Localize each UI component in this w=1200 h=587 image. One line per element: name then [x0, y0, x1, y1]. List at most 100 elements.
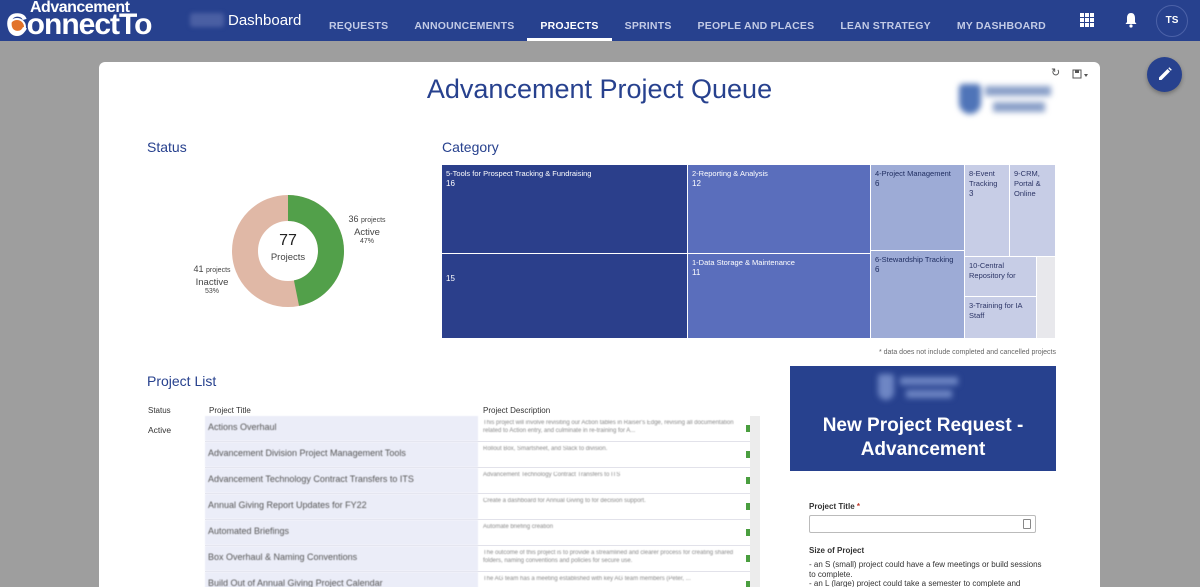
college-logo: [957, 80, 1057, 122]
treemap-tile-stewardship-tracking[interactable]: 6-Stewardship Tracking 6: [871, 251, 965, 339]
request-form-title: New Project Request - Advancement: [822, 415, 1024, 460]
project-title-cell: Actions Overhaul: [205, 416, 478, 441]
treemap-tile-reporting-analysis[interactable]: 2-Reporting & Analysis 12: [688, 165, 871, 254]
autofill-icon[interactable]: [1023, 519, 1031, 529]
tile-count: 16: [446, 179, 455, 188]
tile-label: 8-Event Tracking: [969, 169, 998, 188]
tile-label: 6-Stewardship Tracking: [875, 255, 954, 264]
project-title-label-text: Project Title: [809, 502, 855, 511]
bell-icon[interactable]: [1124, 12, 1138, 28]
project-title-input[interactable]: [809, 515, 1036, 533]
category-section-title: Category: [442, 139, 499, 155]
active-pct: 47%: [359, 238, 374, 245]
nav-sprints[interactable]: SPRINTS: [612, 0, 685, 41]
required-marker: *: [856, 502, 861, 511]
tile-label: 2-Reporting & Analysis: [692, 169, 768, 178]
inactive-count: 41: [193, 264, 204, 274]
treemap-tile-remainder: [1037, 257, 1056, 339]
donut-active-label: 36 projects Active 47%: [342, 209, 392, 245]
tile-count: 6: [875, 179, 880, 188]
project-title-cell: Box Overhaul & Naming Conventions: [205, 546, 478, 571]
project-description-cell: Automate briefing creation: [483, 524, 554, 530]
dashboard-title: Advancement Project Queue: [426, 74, 773, 104]
treemap-tile-tools-prospect-tracking[interactable]: 5-Tools for Prospect Tracking & Fundrais…: [442, 165, 688, 254]
nav-lean-strategy[interactable]: LEAN STRATEGY: [827, 0, 944, 41]
app-logo[interactable]: Advancement ConnectTo: [4, 0, 176, 41]
treemap-tile-data-storage[interactable]: 1-Data Storage & Maintenance 11: [688, 254, 871, 339]
redacted-org-name: [190, 13, 224, 27]
edit-button[interactable]: [1147, 57, 1182, 92]
apps-grid-icon[interactable]: [1080, 13, 1094, 27]
status-group-active: Active: [148, 425, 172, 435]
size-help-line: - an S (small) project could have a few …: [809, 560, 1042, 579]
treemap-tile-training-ia-staff[interactable]: 3-Training for IA Staff: [965, 297, 1037, 339]
tile-count: 6: [875, 265, 880, 274]
treemap-tile-central-repository[interactable]: 10-Central Repository for: [965, 257, 1037, 297]
user-avatar[interactable]: TS: [1156, 5, 1188, 37]
project-description-cell: The outcome of this project is to provid…: [483, 550, 734, 564]
inactive-status: Inactive: [195, 277, 229, 288]
table-row[interactable]: Annual Giving Report Updates for FY22 Cr…: [205, 494, 760, 520]
nav-announcements[interactable]: ANNOUNCEMENTS: [401, 0, 527, 41]
table-row[interactable]: Automated Briefings Automate briefing cr…: [205, 520, 760, 546]
table-row[interactable]: Advancement Technology Contract Transfer…: [205, 468, 760, 494]
nav-my-dashboard[interactable]: MY DASHBOARD: [944, 0, 1059, 41]
tile-label: 3-Training for IA Staff: [969, 301, 1023, 320]
project-description-cell: Advancement Technology Contract Transfer…: [483, 472, 621, 478]
treemap-tile-project-management[interactable]: 4-Project Management 6: [871, 165, 965, 251]
donut-inactive-label: 41 projects Inactive 53%: [186, 259, 238, 295]
category-treemap: 5-Tools for Prospect Tracking & Fundrais…: [442, 165, 1056, 339]
tile-count: 12: [692, 179, 701, 188]
size-of-project-help: - an S (small) project could have a few …: [809, 560, 1044, 587]
dashboard-card: Advancement Project Queue ↻ Status 77 Pr…: [99, 62, 1100, 587]
tile-label: 1-Data Storage & Maintenance: [692, 258, 795, 267]
inactive-pct: 53%: [204, 288, 219, 295]
tile-count: 11: [692, 268, 701, 277]
table-row[interactable]: Build Out of Annual Giving Project Calen…: [205, 572, 760, 587]
top-nav-bar: Advancement ConnectTo Dashboard REQUESTS…: [0, 0, 1200, 41]
download-icon[interactable]: [1072, 69, 1090, 79]
project-title-cell: Automated Briefings: [205, 520, 478, 545]
data-footnote: * data does not include completed and ca…: [878, 349, 1056, 356]
nav-people-and-places[interactable]: PEOPLE AND PLACES: [685, 0, 828, 41]
new-request-banner: New Project Request - Advancement: [790, 366, 1056, 471]
project-list-scrollbar[interactable]: [750, 416, 760, 587]
tile-count: 15: [446, 274, 455, 283]
col-header-title: Project Title: [209, 406, 251, 415]
table-row[interactable]: Advancement Division Project Management …: [205, 442, 760, 468]
size-of-project-label: Size of Project: [809, 546, 865, 555]
table-row[interactable]: Actions Overhaul This project will invol…: [205, 416, 760, 442]
project-title-cell: Build Out of Annual Giving Project Calen…: [205, 572, 478, 587]
project-title-cell: Annual Giving Report Updates for FY22: [205, 494, 478, 519]
tile-label: 5-Tools for Prospect Tracking & Fundrais…: [446, 169, 592, 178]
table-row[interactable]: Box Overhaul & Naming Conventions The ou…: [205, 546, 760, 572]
project-list-title: Project List: [147, 373, 217, 389]
project-title-label: Project Title *: [809, 502, 860, 511]
tile-label: 9-CRM, Portal & Online: [1014, 169, 1041, 198]
nav-requests[interactable]: REQUESTS: [316, 0, 401, 41]
col-header-description: Project Description: [483, 406, 551, 415]
logo-line-2: ConnectTo: [6, 8, 152, 41]
active-count: 36: [348, 214, 359, 224]
tile-count: 3: [969, 189, 974, 198]
status-section-title: Status: [147, 139, 187, 155]
project-title-cell: Advancement Division Project Management …: [205, 442, 478, 467]
treemap-tile-unlabeled[interactable]: 15: [442, 254, 688, 339]
treemap-tile-event-tracking[interactable]: 8-Event Tracking 3: [965, 165, 1010, 257]
project-description-cell: Create a dashboard for Annual Giving to …: [483, 498, 646, 504]
pencil-icon: [1159, 67, 1172, 80]
treemap-tile-crm-portal[interactable]: 9-CRM, Portal & Online: [1010, 165, 1056, 257]
page-name: Dashboard: [228, 12, 302, 29]
project-description-cell: This project will involve revisiting our…: [483, 420, 734, 434]
donut-center: 77 Projects: [262, 232, 314, 263]
nav-projects[interactable]: PROJECTS: [527, 0, 612, 41]
donut-total: 77: [279, 232, 297, 249]
refresh-icon[interactable]: ↻: [1051, 68, 1061, 79]
project-description-cell: Rollout Box, Smartsheet, and Slack to di…: [483, 446, 608, 452]
project-title-cell: Advancement Technology Contract Transfer…: [205, 468, 478, 493]
inactive-unit: projects: [206, 267, 231, 274]
project-description-cell: The AG team has a meeting established wi…: [483, 576, 691, 582]
main-nav: REQUESTS ANNOUNCEMENTS PROJECTS SPRINTS …: [316, 0, 1059, 41]
col-header-status: Status: [148, 406, 171, 415]
tile-label: 10-Central Repository for: [969, 261, 1016, 280]
